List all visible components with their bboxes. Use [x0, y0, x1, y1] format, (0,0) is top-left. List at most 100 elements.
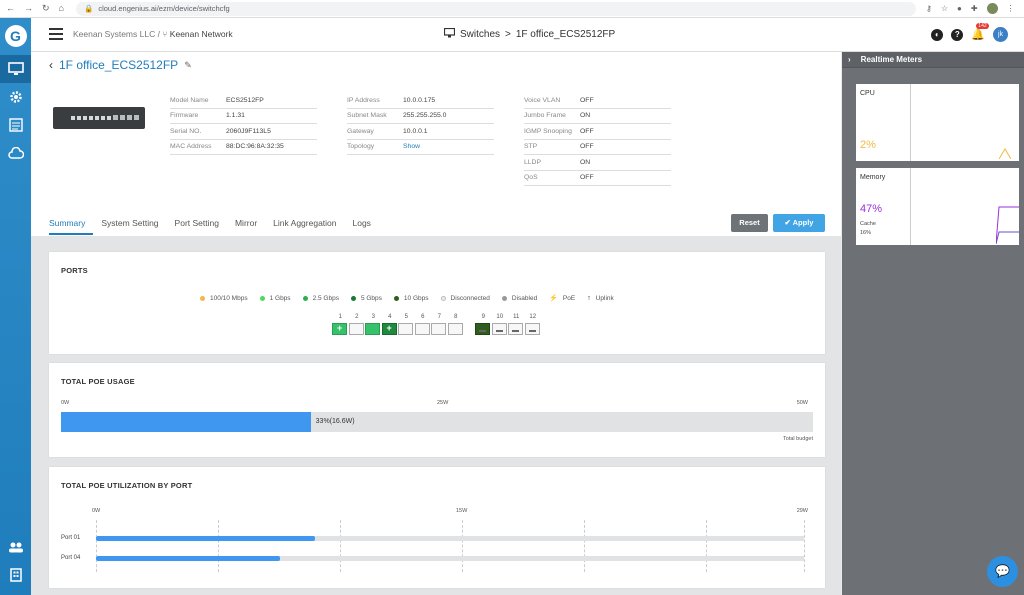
poe-budget-label: Total budget [783, 436, 813, 442]
port-1[interactable] [332, 323, 347, 335]
poe-by-port-card: TOTAL POE UTILIZATION BY PORT 0W 15W 29W… [49, 467, 825, 588]
port-7[interactable] [431, 323, 446, 335]
org-breadcrumb[interactable]: Keenan Systems LLC / ⑂ Keenan Network [73, 29, 233, 39]
forward-arrow-icon[interactable]: → [24, 3, 33, 14]
legend-item: 5 Gbps [350, 295, 382, 302]
edit-icon[interactable]: ✎ [184, 60, 192, 71]
tab-system-setting[interactable]: System Setting [101, 212, 166, 235]
reload-icon[interactable]: ↻ [42, 3, 50, 14]
port-5[interactable] [398, 323, 413, 335]
util-gridline [804, 520, 805, 572]
tab-port-setting[interactable]: Port Setting [175, 212, 227, 235]
tab-logs[interactable]: Logs [353, 212, 379, 235]
poe-usage-label: 33%(16.6W) [315, 418, 355, 425]
back-arrow-icon[interactable]: ← [6, 3, 15, 14]
port-4[interactable] [381, 323, 397, 335]
topology-show-link[interactable]: Show [403, 143, 420, 150]
building-icon[interactable] [0, 561, 31, 589]
extension-icon[interactable]: ● [957, 4, 962, 13]
legend-label: 2.5 Gbps [312, 294, 339, 302]
port-number: 1 [338, 314, 342, 320]
port-3[interactable] [365, 323, 380, 335]
tab-mirror[interactable]: Mirror [235, 212, 265, 235]
legend-dot [393, 295, 399, 301]
port-11[interactable] [508, 323, 523, 335]
back-chevron-icon[interactable]: ‹ [49, 58, 53, 72]
info-row: IP Address 10.0.0.175 [347, 93, 494, 109]
address-bar[interactable]: 🔒 cloud.engenius.ai/ezm/device/switchcfg [76, 1, 916, 16]
crumb-separator: > [505, 29, 511, 40]
gear-icon[interactable] [0, 83, 31, 111]
apply-button[interactable]: ✔ Apply [773, 214, 825, 232]
help-icon[interactable]: ? [951, 28, 964, 41]
org-name[interactable]: Keenan Systems LLC / [73, 29, 160, 39]
more-menu-icon[interactable]: ⋮ [1007, 4, 1015, 13]
lightning-icon: ⚡ [549, 295, 558, 302]
monitor-icon[interactable] [0, 55, 31, 83]
info-value: 10.0.0.1 [403, 127, 428, 135]
port-10[interactable] [491, 323, 507, 335]
cloud-icon[interactable] [0, 139, 31, 167]
info-value: 10.0.0.175 [403, 96, 436, 104]
legend-dot [259, 295, 265, 301]
poe-axis-max: 50W [796, 400, 808, 406]
info-row: Serial NO. 2060J9F113L5 [170, 124, 317, 140]
list-icon[interactable] [0, 111, 31, 139]
poe-by-port-title: TOTAL POE UTILIZATION BY PORT [61, 481, 193, 490]
browser-toolbar: ← → ↻ ⌂ 🔒 cloud.engenius.ai/ezm/device/s… [0, 0, 1024, 18]
cpu-sparkline [999, 148, 1011, 159]
legend-label: PoE [562, 294, 576, 302]
home-icon[interactable]: ⌂ [59, 3, 64, 14]
bell-icon[interactable]: 🔔 142 [971, 23, 989, 41]
info-value: ECS2512FP [226, 96, 264, 104]
port-number: 6 [421, 314, 425, 320]
util-gridline [218, 520, 219, 572]
info-row: IGMP Snooping OFF [524, 124, 671, 140]
tab-summary[interactable]: Summary [49, 212, 94, 235]
crumb-switches[interactable]: Switches [460, 29, 500, 40]
port-number: 9 [481, 314, 485, 320]
info-key: IGMP Snooping [524, 127, 572, 135]
engenius-logo[interactable]: G [4, 25, 27, 47]
port-12[interactable] [524, 323, 540, 335]
reset-button[interactable]: Reset [731, 214, 768, 232]
menu-icon[interactable] [49, 28, 63, 40]
ports-card-title: PORTS [61, 266, 88, 275]
star-icon[interactable]: ☆ [941, 4, 948, 13]
info-value: 88:DC:96:8A:32:35 [226, 143, 284, 151]
users-icon[interactable] [0, 533, 31, 561]
puzzle-icon[interactable]: ✚ [971, 4, 978, 13]
util-bar-track [96, 536, 804, 541]
port-legend: 100/10 Mbps 1 Gbps 2.5 Gbps 5 Gbps 10 Gbps Di… [200, 294, 614, 302]
info-row: Gateway 10.0.0.1 [347, 124, 494, 140]
tab-link-aggregation[interactable]: Link Aggregation [273, 212, 344, 235]
network-icon: ⑂ [162, 29, 168, 39]
network-name[interactable]: Keenan Network [170, 29, 233, 39]
device-info-column-2: IP Address 10.0.0.175 Subnet Mask 255.255.2… [347, 93, 494, 155]
user-avatar[interactable]: jk [993, 27, 1008, 42]
key-icon[interactable]: ⚷ [926, 4, 932, 13]
port-number: 5 [404, 314, 408, 320]
chevron-right-icon[interactable]: › [848, 55, 851, 64]
port-9[interactable] [475, 323, 490, 335]
info-key: STP [524, 143, 538, 151]
info-row: Model Name ECS2512FP [170, 93, 317, 109]
port-6[interactable] [414, 323, 430, 335]
realtime-header[interactable]: › Realtime Meters [842, 52, 1024, 68]
legend-label: 1 Gbps [269, 294, 291, 302]
main-panel: ‹ 1F office_ECS2512FP ✎ Model Name ECS251… [31, 52, 841, 595]
memory-value: 47% [860, 203, 883, 215]
poe-usage-card: TOTAL POE USAGE 0W 25W 50W 33%(16.6W) To… [49, 363, 825, 457]
port-8[interactable] [447, 323, 463, 335]
port-number: 8 [454, 314, 458, 320]
legend-item: ⚡ PoE [549, 294, 576, 303]
port-2[interactable] [348, 323, 364, 335]
util-axis-mid: 15W [456, 508, 468, 514]
info-value: OFF [580, 96, 594, 104]
cpu-value: 2% [860, 139, 876, 151]
contrast-icon[interactable]: ◐ [931, 28, 944, 41]
chat-bubble-icon[interactable]: 💬 [987, 556, 1018, 587]
info-value: OFF [580, 143, 594, 151]
profile-avatar[interactable] [986, 3, 998, 14]
legend-dot [440, 295, 446, 301]
